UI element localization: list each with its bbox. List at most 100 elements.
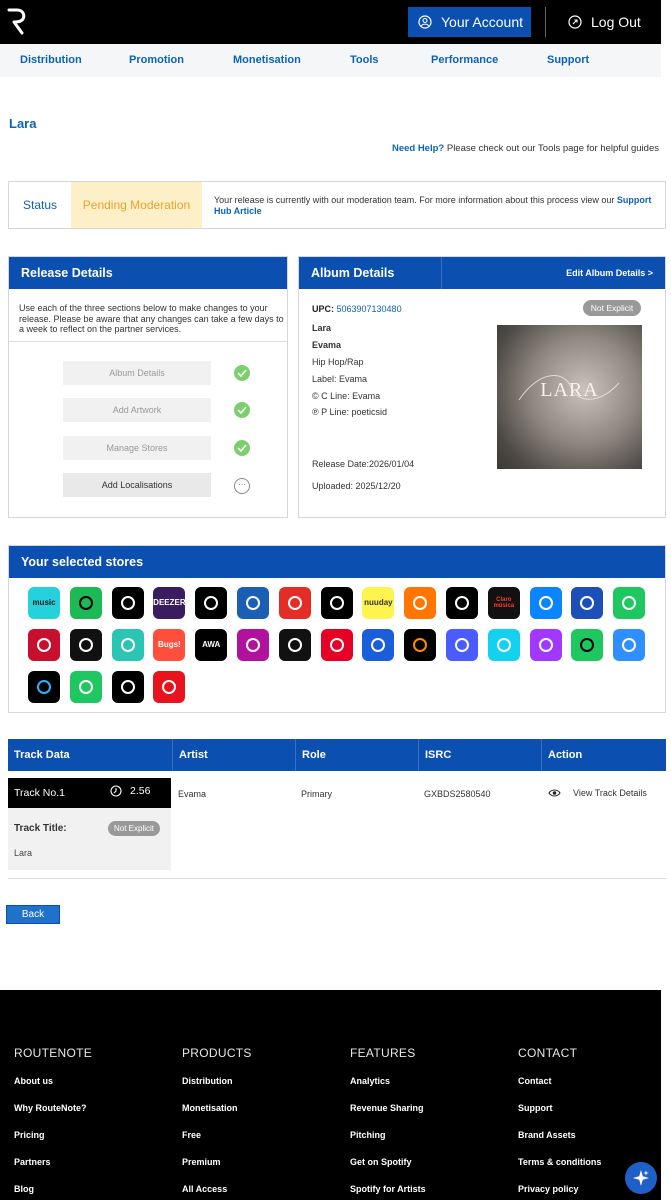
tidal-icon xyxy=(320,587,353,619)
nav-item-promotion[interactable]: Promotion xyxy=(129,54,184,66)
store-glyph xyxy=(538,596,553,610)
cover-title-text: LARA xyxy=(540,379,599,401)
view-track-details-label: View Track Details xyxy=(573,788,647,798)
footer-link[interactable]: Partners xyxy=(14,1157,51,1167)
album-artist: Evama xyxy=(312,340,342,350)
column-header-artist: Artist xyxy=(173,739,296,771)
album-title: Lara xyxy=(312,323,332,333)
your-account-label: Your Account xyxy=(441,14,523,30)
nav-item-performance[interactable]: Performance xyxy=(431,54,498,66)
footer-link[interactable]: Terms & conditions xyxy=(518,1157,601,1167)
store-glyph xyxy=(37,680,51,694)
need-help-link[interactable]: Need Help? xyxy=(392,143,444,154)
footer-link[interactable]: Analytics xyxy=(350,1076,390,1086)
footer-link[interactable]: Premium xyxy=(182,1157,221,1167)
store-glyph xyxy=(78,680,93,694)
c-line: © C Line: Evama xyxy=(312,391,381,401)
pending-icon: ··· xyxy=(234,478,250,494)
nav-item-monetisation[interactable]: Monetisation xyxy=(233,54,301,66)
footer-column-title: FEATURES xyxy=(350,1046,416,1060)
status-message: Your release is currently with our moder… xyxy=(214,195,659,217)
beatport-icon xyxy=(28,671,60,703)
footer-column-title: ROUTENOTE xyxy=(14,1046,93,1060)
footer-link[interactable]: Brand Assets xyxy=(518,1130,576,1140)
footer-link[interactable]: Revenue Sharing xyxy=(350,1103,424,1113)
upc-value: 5063907130480 xyxy=(336,304,402,314)
track-explicit-badge: Not Explicit xyxy=(108,821,160,836)
track-number-bar: Track No.1 2.56 xyxy=(8,778,171,808)
release-details-description: Use each of the three sections below to … xyxy=(19,303,284,334)
manage-stores-step-button[interactable]: Manage Stores xyxy=(63,436,211,460)
nav-item-tools[interactable]: Tools xyxy=(350,54,379,66)
back-button[interactable]: Back xyxy=(6,905,60,924)
footer-link[interactable]: Blog xyxy=(14,1184,34,1194)
footer-link[interactable]: Free xyxy=(182,1130,201,1140)
track-title-label: Track Title: xyxy=(14,823,67,834)
kugou-icon xyxy=(404,629,437,661)
album-details-panel: Album Details Edit Album Details > UPC: … xyxy=(298,256,666,518)
apple-music-icon xyxy=(111,587,144,619)
genie-icon xyxy=(613,629,646,661)
view-track-details-link[interactable]: View Track Details xyxy=(548,788,647,798)
store-glyph xyxy=(37,638,51,652)
footer-link[interactable]: Support xyxy=(518,1103,553,1113)
your-account-button[interactable]: Your Account xyxy=(408,7,531,37)
status-label: Status xyxy=(22,198,58,212)
assistant-chat-button[interactable] xyxy=(625,1162,657,1194)
nav-item-support[interactable]: Support xyxy=(547,54,589,66)
kkbox-icon xyxy=(529,587,562,619)
store-glyph xyxy=(455,596,469,610)
main-nav: Distribution Promotion Monetisation Tool… xyxy=(0,44,661,77)
footer-link[interactable]: Distribution xyxy=(182,1076,233,1086)
add-localisations-step-button[interactable]: Add Localisations xyxy=(63,473,211,497)
bugs-icon: Bugs! xyxy=(153,629,186,661)
tencent-icon xyxy=(362,629,395,661)
store-glyph xyxy=(580,638,595,652)
track-number: Track No.1 xyxy=(14,787,65,799)
check-icon xyxy=(234,440,250,456)
routenote-icon xyxy=(237,587,269,619)
vibe-icon xyxy=(571,629,604,661)
audiomack-icon xyxy=(69,629,102,661)
nuuday-icon: nuuday xyxy=(362,587,395,619)
log-out-button[interactable]: Log Out xyxy=(568,7,641,37)
p-line: ℗ P Line: poeticsid xyxy=(312,407,388,417)
capcut-icon xyxy=(111,671,144,703)
routenote-logo-icon[interactable] xyxy=(4,7,28,37)
footer-link[interactable]: Pricing xyxy=(14,1130,45,1140)
stores-header: Your selected stores xyxy=(9,546,665,578)
store-glyph xyxy=(78,596,93,610)
footer-link[interactable]: Monetisation xyxy=(182,1103,238,1113)
track-data-cell: Track No.1 2.56 Track Title: Not Explici… xyxy=(8,778,171,870)
footer-link[interactable]: About us xyxy=(14,1076,53,1086)
add-artwork-step-button[interactable]: Add Artwork xyxy=(63,398,211,422)
footer-link[interactable]: Privacy policy xyxy=(518,1184,579,1194)
amazon-music-icon: music xyxy=(28,587,60,619)
track-title-value: Lara xyxy=(14,848,33,858)
album-details-step-button[interactable]: Album Details xyxy=(63,361,211,385)
footer-link[interactable]: Spotify for Artists xyxy=(350,1184,426,1194)
fanzone-icon xyxy=(153,671,186,703)
footer-link[interactable]: All Access xyxy=(182,1184,227,1194)
store-glyph xyxy=(413,638,428,652)
footer-link[interactable]: Get on Spotify xyxy=(350,1157,412,1167)
store-glyph xyxy=(329,596,344,610)
store-glyph xyxy=(246,596,260,610)
footer-link[interactable]: Pitching xyxy=(350,1130,386,1140)
nav-item-distribution[interactable]: Distribution xyxy=(20,54,82,66)
kuack-icon xyxy=(487,629,520,661)
store-glyph xyxy=(455,638,469,652)
store-glyph xyxy=(622,596,637,610)
footer-link[interactable]: Contact xyxy=(518,1076,552,1086)
divider xyxy=(9,341,287,342)
melon-icon xyxy=(529,629,562,661)
spotify-icon xyxy=(69,587,102,619)
column-header-role: Role xyxy=(296,739,419,771)
footer-link[interactable]: Why RouteNote? xyxy=(14,1103,87,1113)
store-glyph xyxy=(287,596,302,610)
status-badge: Pending Moderation xyxy=(71,182,202,228)
edit-album-details-link[interactable]: Edit Album Details > xyxy=(441,257,665,289)
column-header-track-data: Track Data xyxy=(8,739,173,771)
status-box: Status Pending Moderation Your release i… xyxy=(8,181,666,229)
music-note-icon xyxy=(69,671,102,703)
